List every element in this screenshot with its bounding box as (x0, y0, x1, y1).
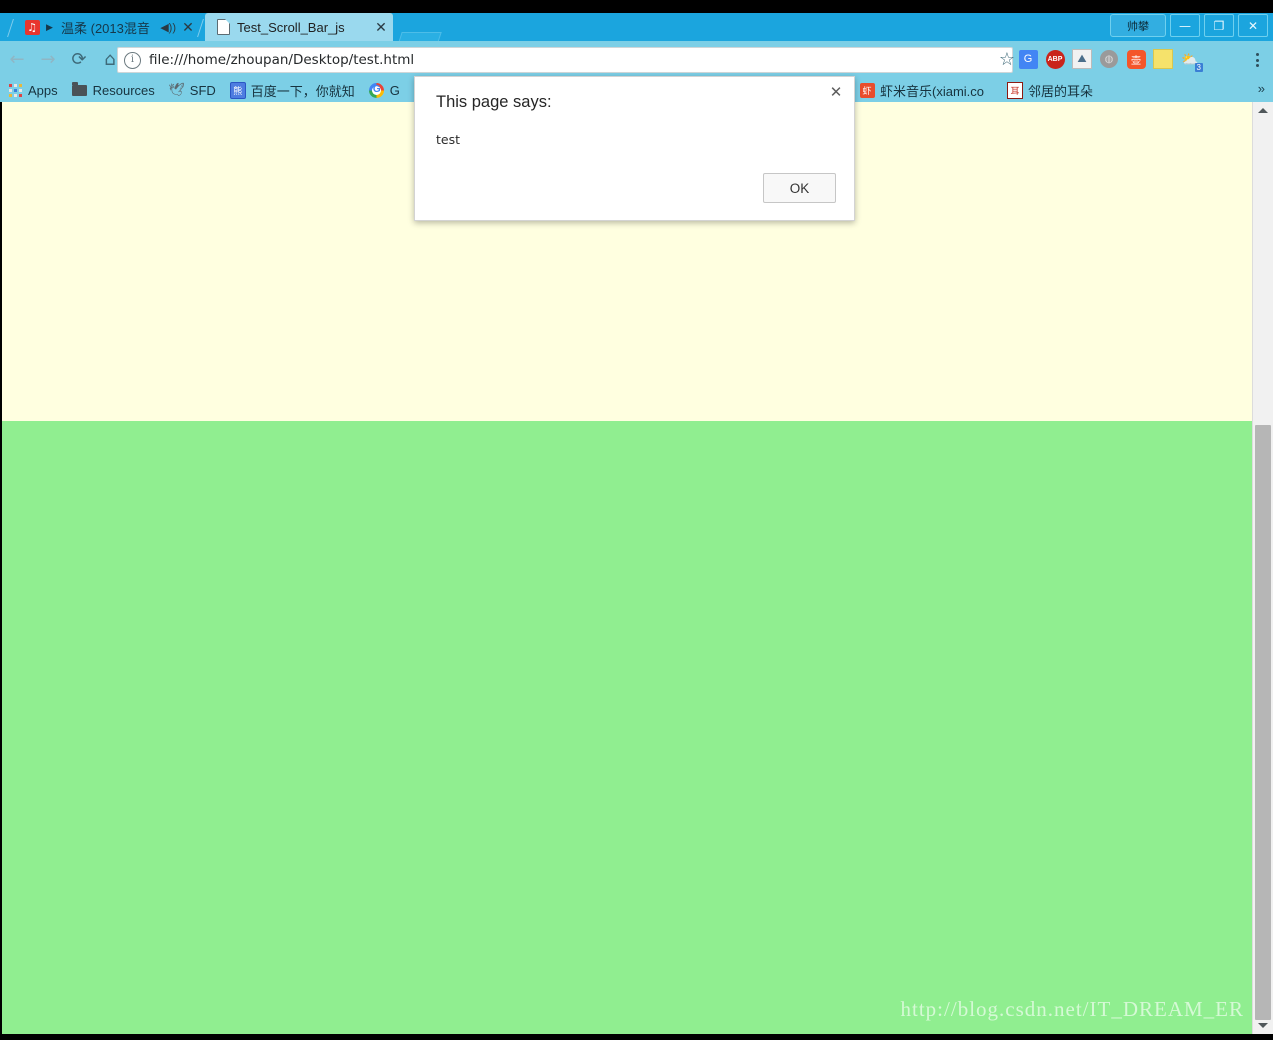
scroll-down-arrow-icon[interactable] (1253, 1017, 1273, 1034)
tab-title: Test_Scroll_Bar_js (237, 19, 345, 35)
page-section-green: http://blog.csdn.net/IT_DREAM_ER (0, 421, 1252, 1034)
weather-extension-icon[interactable]: ⛅ 3 (1178, 47, 1203, 72)
bookmark-baidu[interactable]: 熊 百度一下，你就知 (223, 79, 362, 101)
google-icon (369, 82, 385, 98)
page-info-icon[interactable]: i (124, 51, 141, 69)
extensions-tray: G ABP ⛰ ◍ 壶 ⛅ 3 (1016, 47, 1203, 72)
bookmark-label: 虾米音乐(xiami.co (880, 83, 985, 99)
bookmark-label: G (389, 82, 400, 98)
back-icon[interactable]: ← (3, 46, 31, 74)
tab-test-scroll-bar-js[interactable]: Test_Scroll_Bar_js ✕ (205, 13, 393, 41)
tab-close-icon[interactable]: ✕ (375, 20, 387, 34)
tab-netease-music[interactable]: ♫ ▶ 温柔 (2013混音 ◀)) ✕ (14, 13, 200, 41)
dialog-title: This page says: (436, 93, 552, 111)
bookmark-xiami[interactable]: 虾 虾米音乐(xiami.co (852, 79, 991, 101)
play-icon: ▶ (46, 21, 53, 32)
dialog-ok-button[interactable]: OK (763, 173, 836, 203)
dialog-close-icon[interactable]: ✕ (827, 83, 845, 101)
apps-grid-icon (7, 82, 23, 98)
bookmark-neighbors-ear[interactable]: 耳 邻居的耳朵 (1000, 79, 1100, 101)
folder-icon (72, 81, 88, 98)
bookmark-google[interactable]: G (362, 79, 407, 101)
window-top-edge (0, 0, 1273, 13)
bookmark-label: Apps (28, 82, 58, 98)
bookmark-resources[interactable]: Resources (65, 79, 162, 101)
reload-icon[interactable]: ⟳ (65, 46, 93, 74)
baidu-icon: 熊 (229, 81, 246, 99)
tab-close-icon[interactable]: ✕ (182, 20, 194, 34)
dialog-message: test (436, 132, 461, 147)
minimize-button[interactable]: — (1170, 14, 1200, 37)
bird-icon: 🕊 (168, 82, 186, 97)
bookmark-apps[interactable]: Apps (0, 79, 65, 101)
bookmark-label: Resources (92, 82, 155, 98)
maximize-button[interactable]: ❐ (1204, 14, 1234, 37)
weather-extension-badge: 3 (1194, 63, 1203, 72)
navigation-toolbar: ← → ⟳ ⌂ i file:///home/zhoupan/Desktop/t… (0, 41, 1273, 78)
xiami-icon: 虾 (859, 82, 875, 98)
window-bottom-edge (0, 1034, 1273, 1040)
sogou-extension-icon[interactable]: 壶 (1124, 47, 1148, 71)
chrome-browser-window: ♫ ▶ 温柔 (2013混音 ◀)) ✕ Test_Scroll_Bar_js (0, 0, 1273, 1040)
url-text: file:///home/zhoupan/Desktop/test.html (149, 52, 415, 68)
globe-extension-icon[interactable]: ◍ (1097, 47, 1121, 71)
bookmarks-overflow-icon[interactable]: » (1258, 81, 1265, 96)
scroll-up-arrow-icon[interactable] (1253, 102, 1273, 119)
tab-separator (7, 19, 14, 37)
bookmark-label: 百度一下，你就知 (250, 83, 355, 99)
page-scrollbar[interactable] (1252, 102, 1273, 1034)
watermark-text: http://blog.csdn.net/IT_DREAM_ER (900, 997, 1244, 1021)
image-extension-icon[interactable]: ⛰ (1070, 47, 1094, 71)
notes-extension-icon[interactable] (1151, 47, 1175, 71)
adblock-plus-extension-icon[interactable]: ABP (1043, 47, 1067, 71)
audio-speaker-icon[interactable]: ◀)) (160, 21, 176, 34)
document-icon (215, 19, 231, 35)
javascript-alert-dialog: ✕ This page says: test OK (414, 76, 855, 221)
address-bar[interactable]: i file:///home/zhoupan/Desktop/test.html (117, 47, 1013, 73)
google-translate-extension-icon[interactable]: G (1016, 47, 1040, 71)
ear-icon: 耳 (1007, 81, 1023, 99)
scrollbar-thumb[interactable] (1255, 425, 1271, 1020)
user-profile-button[interactable]: 帅攀 (1110, 14, 1166, 37)
netease-music-icon: ♫ (24, 19, 40, 35)
page-viewport: http://blog.csdn.net/IT_DREAM_ER (0, 102, 1273, 1034)
title-bar: ♫ ▶ 温柔 (2013混音 ◀)) ✕ Test_Scroll_Bar_js (0, 0, 1273, 55)
tab-strip: ♫ ▶ 温柔 (2013混音 ◀)) ✕ Test_Scroll_Bar_js (0, 13, 1273, 55)
bookmark-sfd[interactable]: 🕊 SFD (162, 79, 223, 101)
bookmark-label: 邻居的耳朵 (1028, 83, 1094, 99)
tab-title: 温柔 (2013混音 (61, 20, 150, 36)
bookmark-label: SFD (189, 82, 216, 98)
window-controls: 帅攀 — ❐ ✕ (1110, 14, 1268, 37)
forward-icon[interactable]: → (34, 46, 62, 74)
chrome-menu-icon[interactable] (1247, 49, 1267, 71)
close-window-button[interactable]: ✕ (1238, 14, 1268, 37)
window-left-edge (0, 102, 2, 1040)
